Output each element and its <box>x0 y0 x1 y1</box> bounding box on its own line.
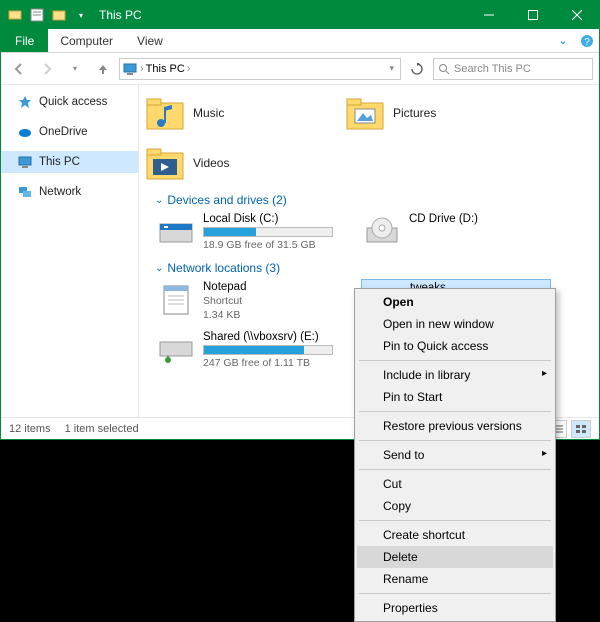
item-shared-e[interactable]: Shared (\\vboxsrv) (E:) 247 GB free of 1… <box>155 329 345 371</box>
sidebar-item-this-pc[interactable]: This PC <box>1 151 138 173</box>
videos-folder-icon <box>145 143 185 183</box>
context-menu-separator <box>359 360 551 361</box>
large-icons-view-button[interactable] <box>571 420 591 438</box>
context-menu-separator <box>359 411 551 412</box>
context-menu-item-delete[interactable]: Delete <box>357 546 553 568</box>
sidebar-item-network[interactable]: Network <box>1 181 138 203</box>
cloud-icon <box>17 124 33 140</box>
search-icon <box>438 63 450 75</box>
monitor-icon <box>17 154 33 170</box>
chevron-down-icon: ⌄ <box>155 263 163 274</box>
context-menu-item-cut[interactable]: Cut <box>357 473 553 495</box>
cd-icon <box>363 213 401 251</box>
properties-icon[interactable] <box>27 5 47 25</box>
navigation-pane: Quick access OneDrive This PC Network <box>1 85 139 417</box>
context-menu-separator <box>359 593 551 594</box>
context-menu-separator <box>359 469 551 470</box>
context-menu-item-restore-previous-versions[interactable]: Restore previous versions <box>357 415 553 437</box>
context-menu-item-open[interactable]: Open <box>357 291 553 313</box>
context-menu-separator <box>359 440 551 441</box>
close-button[interactable] <box>555 1 599 29</box>
sidebar-item-onedrive[interactable]: OneDrive <box>1 121 138 143</box>
context-menu-item-create-shortcut[interactable]: Create shortcut <box>357 524 553 546</box>
breadcrumb-item[interactable]: This PC <box>146 63 185 75</box>
network-icon <box>17 184 33 200</box>
system-icon[interactable] <box>5 5 25 25</box>
item-notepad-shortcut[interactable]: Notepad Shortcut 1.34 KB <box>155 279 345 323</box>
maximize-button[interactable] <box>511 1 555 29</box>
chevron-down-icon: ⌄ <box>155 195 163 206</box>
ribbon-expand-icon[interactable]: ⌄ <box>551 29 575 52</box>
address-bar: ▾ › This PC › ▾ Search This PC <box>1 53 599 85</box>
netdrive-icon <box>157 331 195 369</box>
recent-dropdown-icon[interactable]: ▾ <box>63 57 87 81</box>
context-menu-item-pin-to-start[interactable]: Pin to Start <box>357 386 553 408</box>
folder-music[interactable]: Music <box>145 91 325 135</box>
section-network-header[interactable]: ⌄ Network locations (3) <box>155 261 599 275</box>
context-menu-item-copy[interactable]: Copy <box>357 495 553 517</box>
context-menu-item-open-in-new-window[interactable]: Open in new window <box>357 313 553 335</box>
section-drives-header[interactable]: ⌄ Devices and drives (2) <box>155 193 599 207</box>
selection-count: 1 item selected <box>65 423 139 435</box>
qat-dropdown-icon[interactable]: ▾ <box>71 5 91 25</box>
ribbon-tabs: File Computer View ⌄ ? <box>1 29 599 53</box>
notepad-icon <box>157 281 195 319</box>
folder-videos[interactable]: Videos <box>145 141 325 185</box>
context-menu[interactable]: OpenOpen in new windowPin to Quick acces… <box>354 288 556 622</box>
breadcrumb[interactable]: › This PC › ▾ <box>119 58 401 80</box>
titlebar[interactable]: ▾ This PC <box>1 1 599 29</box>
context-menu-item-send-to[interactable]: Send to <box>357 444 553 466</box>
tab-view[interactable]: View <box>125 29 175 52</box>
tab-file[interactable]: File <box>1 29 48 52</box>
help-icon[interactable]: ? <box>575 29 599 52</box>
monitor-icon <box>122 61 138 77</box>
hdd-icon <box>157 213 195 251</box>
folder-pictures[interactable]: Pictures <box>345 91 525 135</box>
storage-bar <box>203 345 333 355</box>
music-folder-icon <box>145 93 185 133</box>
context-menu-separator <box>359 520 551 521</box>
storage-bar <box>203 227 333 237</box>
drive-cd-d[interactable]: CD Drive (D:) <box>361 211 551 253</box>
up-button[interactable] <box>91 57 115 81</box>
pictures-folder-icon <box>345 93 385 133</box>
forward-button[interactable] <box>35 57 59 81</box>
window-title: This PC <box>99 8 467 22</box>
tab-computer[interactable]: Computer <box>48 29 125 52</box>
context-menu-item-properties[interactable]: Properties <box>357 597 553 619</box>
minimize-button[interactable] <box>467 1 511 29</box>
sidebar-item-quick-access[interactable]: Quick access <box>1 91 138 113</box>
context-menu-item-include-in-library[interactable]: Include in library <box>357 364 553 386</box>
svg-text:?: ? <box>584 37 590 48</box>
star-icon <box>17 94 33 110</box>
refresh-button[interactable] <box>405 57 429 81</box>
search-input[interactable]: Search This PC <box>433 58 593 80</box>
new-folder-icon[interactable] <box>49 5 69 25</box>
context-menu-item-pin-to-quick-access[interactable]: Pin to Quick access <box>357 335 553 357</box>
item-count: 12 items <box>9 423 51 435</box>
back-button[interactable] <box>7 57 31 81</box>
drive-local-c[interactable]: Local Disk (C:) 18.9 GB free of 31.5 GB <box>155 211 345 253</box>
context-menu-item-rename[interactable]: Rename <box>357 568 553 590</box>
